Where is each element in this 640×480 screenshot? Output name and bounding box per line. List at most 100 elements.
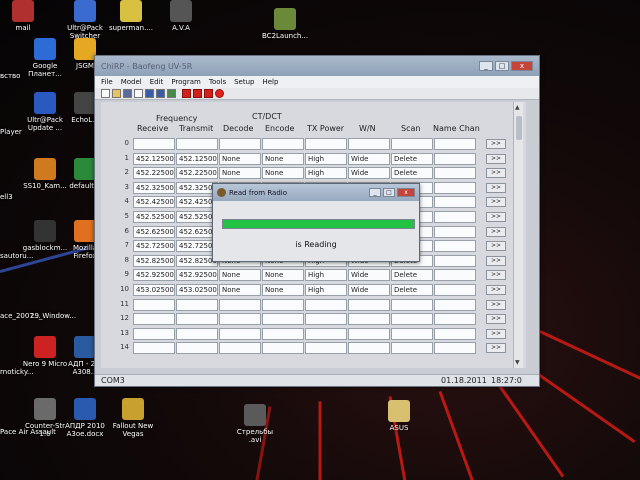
tx-power-cell[interactable]: High — [305, 269, 347, 282]
write-icon[interactable] — [167, 89, 176, 98]
scan-cell[interactable] — [391, 327, 433, 340]
save-as-icon[interactable] — [145, 89, 154, 98]
row-expand-button[interactable]: >> — [486, 197, 506, 208]
wn-cell[interactable]: Wide — [348, 167, 390, 180]
encode-cell[interactable]: None — [262, 269, 304, 282]
name-cell[interactable] — [434, 327, 476, 340]
receive-cell[interactable]: 452.62500 — [133, 225, 175, 238]
menu-setup[interactable]: Setup — [234, 76, 254, 88]
decode-cell[interactable]: None — [219, 167, 261, 180]
scan-cell[interactable] — [391, 313, 433, 326]
desktop-label[interactable]: sautoru... — [0, 252, 33, 260]
row-expand-button[interactable]: >> — [486, 168, 506, 179]
grid-icon[interactable] — [193, 89, 202, 98]
transmit-cell[interactable]: 452.22500 — [176, 167, 218, 180]
scan-cell[interactable] — [391, 138, 433, 150]
desktop-icon[interactable]: Ultr@Pack Switcher — [62, 0, 108, 40]
new-icon[interactable] — [101, 89, 110, 98]
row-expand-button[interactable]: >> — [486, 255, 506, 266]
scan-cell[interactable]: Delete — [391, 269, 433, 282]
desktop-icon[interactable]: Стрельбы .avi — [232, 404, 278, 444]
name-cell[interactable] — [434, 138, 476, 150]
print-icon[interactable] — [134, 89, 143, 98]
receive-cell[interactable]: 452.52500 — [133, 211, 175, 223]
desktop-icon[interactable]: ASUS — [376, 400, 422, 432]
desktop-icon[interactable]: Fallout New Vegas — [110, 398, 156, 438]
transmit-cell[interactable]: 452.92500 — [176, 269, 218, 282]
close-button[interactable]: x — [511, 61, 533, 71]
encode-cell[interactable]: None — [262, 167, 304, 180]
name-cell[interactable] — [434, 269, 476, 282]
desktop-label[interactable]: Player — [0, 128, 22, 136]
row-expand-button[interactable]: >> — [486, 285, 506, 295]
transmit-cell[interactable] — [176, 138, 218, 150]
encode-cell[interactable] — [262, 138, 304, 150]
scan-cell[interactable] — [391, 342, 433, 355]
decode-cell[interactable]: None — [219, 152, 261, 165]
menu-model[interactable]: Model — [121, 76, 142, 88]
encode-cell[interactable] — [262, 327, 304, 340]
wn-cell[interactable] — [348, 138, 390, 150]
read-icon[interactable] — [156, 89, 165, 98]
scroll-thumb[interactable] — [516, 116, 522, 140]
decode-cell[interactable]: None — [219, 284, 261, 296]
window-titlebar[interactable]: ChiRP - Baofeng UV-5R _ □ x — [95, 56, 539, 76]
desktop-icon[interactable]: superman.... — [108, 0, 154, 32]
scroll-up-icon[interactable]: ▲ — [515, 104, 520, 111]
name-cell[interactable] — [434, 313, 476, 326]
decode-cell[interactable] — [219, 298, 261, 311]
decode-cell[interactable]: None — [219, 269, 261, 282]
wn-cell[interactable]: Wide — [348, 152, 390, 165]
receive-cell[interactable]: 453.02500 — [133, 284, 175, 296]
scroll-down-icon[interactable]: ▼ — [515, 359, 520, 366]
desktop-icon[interactable]: A.V.A — [158, 0, 204, 32]
decode-cell[interactable] — [219, 138, 261, 150]
receive-cell[interactable] — [133, 298, 175, 311]
scan-cell[interactable]: Delete — [391, 284, 433, 296]
name-cell[interactable] — [434, 167, 476, 180]
desktop-label[interactable]: вство — [0, 72, 20, 80]
row-expand-button[interactable]: >> — [486, 153, 506, 164]
receive-cell[interactable]: 452.32500 — [133, 181, 175, 194]
desktop-label[interactable]: 29_Window... — [30, 312, 76, 320]
encode-cell[interactable]: None — [262, 284, 304, 296]
tx-power-cell[interactable] — [305, 342, 347, 355]
tx-power-cell[interactable] — [305, 327, 347, 340]
wn-cell[interactable] — [348, 327, 390, 340]
desktop-icon[interactable]: АПДР 2010 A3oe.docx — [62, 398, 108, 438]
menu-edit[interactable]: Edit — [150, 76, 164, 88]
desktop-icon[interactable]: mail — [0, 0, 46, 32]
transmit-cell[interactable]: 453.02500 — [176, 284, 218, 296]
receive-cell[interactable]: 452.92500 — [133, 269, 175, 282]
scan-cell[interactable]: Delete — [391, 152, 433, 165]
receive-cell[interactable] — [133, 342, 175, 355]
dialog-titlebar[interactable]: Read from Radio _ □ x — [213, 184, 419, 201]
menu-file[interactable]: File — [101, 76, 113, 88]
receive-cell[interactable]: 452.42500 — [133, 196, 175, 209]
minimize-button[interactable]: _ — [479, 61, 493, 71]
decode-cell[interactable] — [219, 327, 261, 340]
scan-cell[interactable]: Delete — [391, 167, 433, 180]
encode-cell[interactable] — [262, 342, 304, 355]
row-expand-button[interactable]: >> — [486, 182, 506, 193]
decode-cell[interactable] — [219, 313, 261, 326]
receive-cell[interactable]: 452.82500 — [133, 254, 175, 267]
row-expand-button[interactable]: >> — [486, 241, 506, 252]
tx-power-cell[interactable] — [305, 138, 347, 150]
name-cell[interactable] — [434, 284, 476, 296]
transmit-cell[interactable] — [176, 342, 218, 355]
tx-power-cell[interactable]: High — [305, 167, 347, 180]
name-cell[interactable] — [434, 342, 476, 355]
row-expand-button[interactable]: >> — [486, 299, 506, 310]
row-expand-button[interactable]: >> — [486, 270, 506, 281]
menu-help[interactable]: Help — [262, 76, 278, 88]
record-icon[interactable] — [215, 89, 224, 98]
tx-power-cell[interactable] — [305, 298, 347, 311]
scan-cell[interactable] — [391, 298, 433, 311]
receive-cell[interactable] — [133, 313, 175, 326]
desktop-label[interactable]: Pace Air Assault — [0, 428, 56, 436]
name-cell[interactable] — [434, 254, 476, 267]
dialog-minimize-button[interactable]: _ — [369, 188, 381, 197]
transmit-cell[interactable] — [176, 313, 218, 326]
receive-cell[interactable] — [133, 327, 175, 340]
